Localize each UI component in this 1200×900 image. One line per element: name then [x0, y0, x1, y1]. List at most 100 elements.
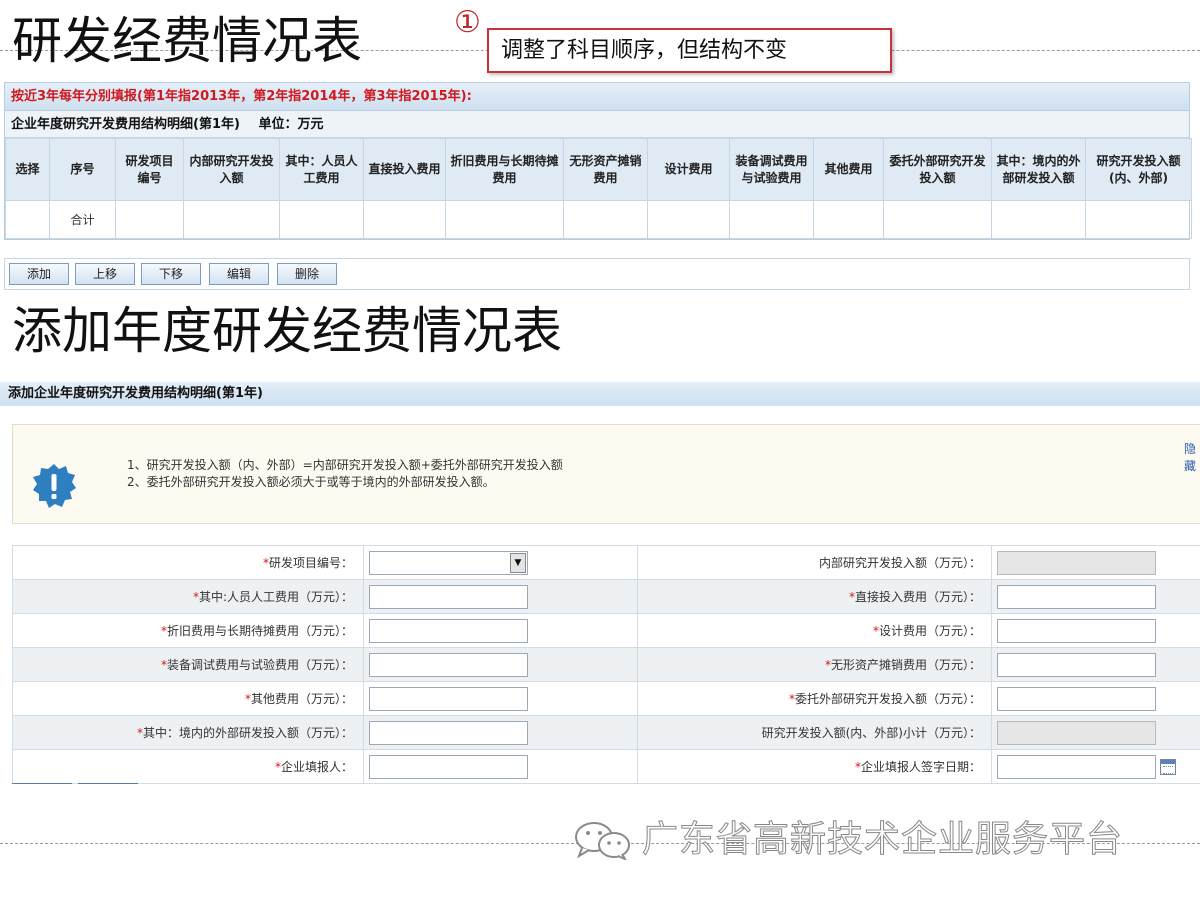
page-title-top: 研发经费情况表 — [12, 12, 362, 70]
field-input-cell: ▼ — [363, 545, 638, 580]
col-header: 装备调试费用与试验费用 — [729, 138, 814, 201]
col-header: 研究开发投入额(内、外部) — [1085, 138, 1192, 201]
right-field-3[interactable] — [997, 652, 1156, 677]
field-label: 其中:人员人工费用（万元）： — [198, 590, 353, 604]
form-row: *折旧费用与长期待摊费用（万元）： *设计费用（万元）： — [12, 613, 1200, 648]
field-input-cell — [363, 579, 638, 614]
field-label-cell: 研究开发投入额(内、外部)小计（万元）： — [637, 715, 992, 750]
field-label-cell: *其他费用（万元）： — [12, 681, 364, 716]
col-header: 其中：境内的外部研发投入额 — [991, 138, 1086, 201]
field-input-cell — [363, 715, 638, 750]
field-label: 设计费用（万元）： — [878, 624, 981, 638]
left-field-3[interactable] — [369, 652, 528, 677]
form-header: 添加企业年度研究开发费用结构明细(第1年) — [0, 382, 1200, 406]
field-label: 其他费用（万元）： — [250, 692, 353, 706]
col-header: 委托外部研究开发投入额 — [883, 138, 992, 201]
total-cell — [115, 200, 184, 239]
unit-label: 单位：万元 — [258, 117, 324, 132]
delete-button[interactable]: 删除 — [277, 263, 337, 285]
right-field-6[interactable] — [997, 754, 1156, 779]
field-label: 企业填报人签字日期： — [860, 760, 981, 774]
total-cell — [445, 200, 564, 239]
right-field-4[interactable] — [997, 686, 1156, 711]
field-input-cell — [363, 613, 638, 648]
total-cell — [279, 200, 364, 239]
total-cell — [813, 200, 884, 239]
field-input-cell — [363, 681, 638, 716]
total-cell — [363, 200, 446, 239]
field-input-cell — [991, 715, 1200, 750]
field-label-cell: *折旧费用与长期待摊费用（万元）： — [12, 613, 364, 648]
move-up-button[interactable]: 上移 — [75, 263, 135, 285]
col-header: 内部研究开发投入额 — [183, 138, 280, 201]
panel-subtitle: 企业年度研究开发费用结构明细(第1年) — [11, 117, 240, 132]
field-label: 折旧费用与长期待摊费用（万元）： — [166, 624, 353, 638]
left-field-4[interactable] — [369, 686, 528, 711]
wechat-icon — [575, 822, 630, 860]
field-input-cell — [363, 749, 638, 784]
form-row: *企业填报人： *企业填报人签字日期： — [12, 749, 1200, 784]
left-field-5[interactable] — [369, 720, 528, 745]
project-number-select[interactable]: ▼ — [369, 550, 528, 575]
table-total-row: 合计 — [5, 200, 1192, 239]
form-row: *装备调试费用与试验费用（万元）： *无形资产摊销费用（万元）： — [12, 647, 1200, 682]
col-header: 选择 — [5, 138, 50, 201]
dropdown-arrow-icon[interactable]: ▼ — [510, 552, 526, 573]
table-header-row: 选择 序号 研发项目编号 内部研究开发投入额 其中：人员人工费用 直接投入费用 … — [5, 138, 1192, 201]
total-cell — [991, 200, 1086, 239]
right-field-1[interactable] — [997, 584, 1156, 609]
total-cell — [1085, 200, 1192, 239]
left-field-1[interactable] — [369, 584, 528, 609]
rd-cost-panel: 按近3年每年分别填报(第1年指2013年，第2年指2014年，第3年指2015年… — [4, 82, 1192, 240]
rd-cost-table: 选择 序号 研发项目编号 内部研究开发投入额 其中：人员人工费用 直接投入费用 … — [5, 138, 1192, 239]
field-label-cell: *直接投入费用（万元）： — [637, 579, 992, 614]
col-header: 其他费用 — [813, 138, 884, 201]
field-label-cell: *企业填报人签字日期： — [637, 749, 992, 784]
field-label-cell: *其中:人员人工费用（万元）： — [12, 579, 364, 614]
field-label: 研发项目编号： — [268, 556, 353, 570]
right-field-5 — [997, 720, 1156, 745]
field-label-cell: *设计费用（万元）： — [637, 613, 992, 648]
field-label: 其中：境内的外部研发投入额（万元）： — [142, 726, 353, 740]
field-label-cell: *企业填报人： — [12, 749, 364, 784]
field-label-cell: *其中：境内的外部研发投入额（万元）： — [12, 715, 364, 750]
field-input-cell — [991, 749, 1200, 784]
field-label-cell: *装备调试费用与试验费用（万元）： — [12, 647, 364, 682]
field-label: 直接投入费用（万元）： — [854, 590, 981, 604]
col-header: 直接投入费用 — [363, 138, 446, 201]
field-label: 企业填报人： — [280, 760, 353, 774]
col-header: 序号 — [49, 138, 116, 201]
panel-subtitle-bar: 企业年度研究开发费用结构明细(第1年) 单位：万元 — [5, 111, 1189, 138]
form-link-underline — [12, 783, 72, 784]
col-header: 研发项目编号 — [115, 138, 184, 201]
field-label: 无形资产摊销费用（万元）： — [830, 658, 981, 672]
form-row: *其中：境内的外部研发投入额（万元）： 研究开发投入额(内、外部)小计（万元）： — [12, 715, 1200, 750]
field-input-cell — [991, 579, 1200, 614]
form-link-underline — [78, 783, 138, 784]
action-toolbar: 添加 上移 下移 编辑 删除 — [4, 258, 1190, 290]
form-row: *研发项目编号： ▼ 内部研究开发投入额（万元）： — [12, 545, 1200, 580]
hide-notice-link[interactable]: 隐藏 — [1184, 440, 1200, 474]
form-row: *其他费用（万元）： *委托外部研究开发投入额（万元）： — [12, 681, 1200, 716]
total-cell — [563, 200, 648, 239]
field-label-cell: 内部研究开发投入额（万元）： — [637, 545, 992, 580]
field-label-cell: *无形资产摊销费用（万元）： — [637, 647, 992, 682]
move-down-button[interactable]: 下移 — [141, 263, 201, 285]
edit-button[interactable]: 编辑 — [209, 263, 269, 285]
right-field-2[interactable] — [997, 618, 1156, 643]
left-field-2[interactable] — [369, 618, 528, 643]
field-input-cell — [363, 647, 638, 682]
calendar-icon[interactable] — [1160, 758, 1176, 775]
total-cell — [883, 200, 992, 239]
total-cell — [647, 200, 730, 239]
watermark: 广东省高新技术企业服务平台 — [572, 818, 1172, 862]
notice-line: 2、委托外部研究开发投入额必须大于或等于境内的外部研发投入额。 — [127, 475, 495, 489]
left-field-6[interactable] — [369, 754, 528, 779]
total-cell — [183, 200, 280, 239]
field-label-cell: *委托外部研究开发投入额（万元）： — [637, 681, 992, 716]
col-header: 设计费用 — [647, 138, 730, 201]
notice-text: 1、研究开发投入额（内、外部）=内部研究开发投入额+委托外部研究开发投入额 2、… — [127, 457, 563, 491]
rd-cost-form: *研发项目编号： ▼ 内部研究开发投入额（万元）： *其中:人员人工费用（万元）： *直… — [12, 545, 1200, 784]
add-button[interactable]: 添加 — [9, 263, 69, 285]
right-field-0 — [997, 550, 1156, 575]
